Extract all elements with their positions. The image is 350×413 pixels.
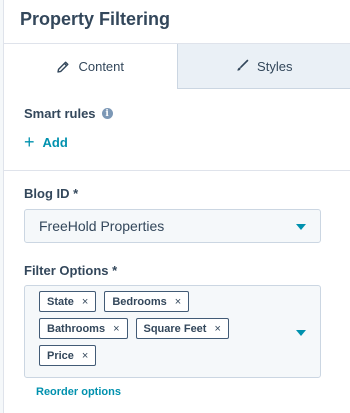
reorder-options-link[interactable]: Reorder options [24,386,330,398]
smart-rules-label: Smart rules i [24,106,330,121]
chevron-down-icon [296,224,306,230]
plus-icon: + [24,132,35,152]
remove-tag-icon[interactable]: × [214,323,220,335]
add-label: Add [42,134,68,150]
tag-label: Bathrooms [47,322,106,335]
pencil-icon [57,61,69,73]
filter-options-multiselect[interactable]: State × Bedrooms × Bathrooms × Square Fe… [24,285,321,378]
panel-header: Property Filtering [4,0,350,44]
remove-tag-icon[interactable]: × [82,296,88,308]
tab-content[interactable]: Content [4,44,178,89]
smart-rules-section: Smart rules i + Add [4,89,350,153]
tag-state: State × [39,291,97,312]
filter-options-label: Filter Options * [24,263,118,278]
panel-title: Property Filtering [20,9,171,29]
chevron-down-icon[interactable] [296,330,306,336]
tag-label: Square Feet [143,322,207,335]
tag-row: State × Bedrooms × [39,291,280,312]
tag-row: Bathrooms × Square Feet × [39,318,280,339]
info-icon[interactable]: i [101,108,113,119]
blog-id-section: Blog ID * FreeHold Properties [4,171,350,243]
tab-bar: Content Styles [4,44,350,89]
smart-rules-text: Smart rules [24,106,96,121]
filter-options-section: Filter Options * State × Bedrooms × Bath… [4,243,350,398]
tag-price: Price × [39,345,97,366]
tag-bedrooms: Bedrooms × [104,291,190,312]
tag-bathrooms: Bathrooms × [39,318,128,339]
property-filtering-panel: Property Filtering Content Styles Smart … [3,0,350,413]
tag-square-feet: Square Feet × [135,318,229,339]
blog-id-value: FreeHold Properties [39,218,165,234]
remove-tag-icon[interactable]: × [113,323,119,335]
tab-content-label: Content [78,59,125,74]
remove-tag-icon[interactable]: × [175,296,181,308]
tab-styles-label: Styles [257,58,293,74]
tag-label: Bedrooms [112,295,167,308]
tag-row: Price × [39,345,280,366]
tag-label: Price [47,349,74,362]
tag-label: State [47,295,74,308]
blog-id-select[interactable]: FreeHold Properties [24,209,321,243]
tab-styles[interactable]: Styles [178,44,350,88]
add-smart-rule-button[interactable]: + Add [24,133,68,151]
blog-id-label: Blog ID * [24,186,79,201]
remove-tag-icon[interactable]: × [82,350,88,362]
brush-icon [237,59,249,71]
